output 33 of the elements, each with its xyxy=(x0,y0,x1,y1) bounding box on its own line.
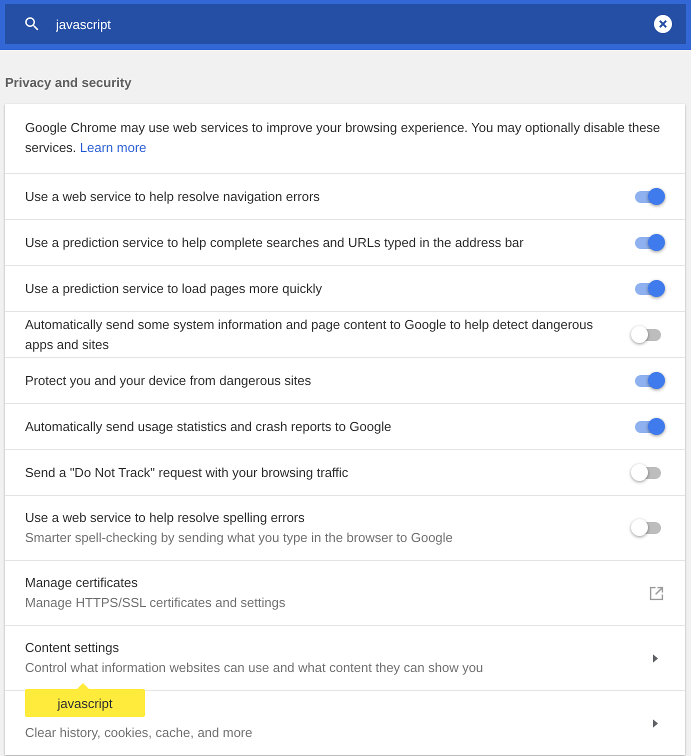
arrow-right-icon[interactable] xyxy=(653,654,658,662)
setting-title: Use a web service to help resolve spelling errors xyxy=(25,509,306,527)
setting-description: Manage HTTPS/SSL certificates and settings xyxy=(25,594,286,612)
toggle-switch[interactable] xyxy=(633,464,663,480)
toggle-switch[interactable] xyxy=(633,280,663,296)
toggle-switch[interactable] xyxy=(633,188,663,204)
setting-title: Protect you and your device from dangerous sites xyxy=(25,372,312,390)
search-bar[interactable]: javascript xyxy=(5,4,686,44)
close-icon[interactable] xyxy=(654,15,672,33)
setting-description: Smarter spell-checking by sending what you type in the browser to Google xyxy=(25,529,454,547)
search-icon xyxy=(23,15,41,33)
external-link-icon[interactable] xyxy=(648,584,665,602)
toggle-switch[interactable] xyxy=(633,372,663,388)
arrow-right-icon[interactable] xyxy=(653,718,658,728)
toggle-switch[interactable] xyxy=(633,418,663,434)
section-heading: Privacy and security xyxy=(4,74,132,92)
setting-title: Use a prediction service to load pages more quickly xyxy=(25,280,323,298)
setting-title: Content settings xyxy=(25,639,120,657)
learn-more-link[interactable]: Learn more xyxy=(80,140,146,155)
tooltip-pointer xyxy=(77,683,89,689)
setting-title: Use a web service to help resolve navigation errors xyxy=(25,188,321,206)
search-match-tooltip: javascript xyxy=(25,689,145,717)
setting-description: Clear history, cookies, cache, and more xyxy=(25,724,254,742)
setting-description: Control what information websites can use and what content they can show you xyxy=(25,659,484,677)
setting-title: Send a "Do Not Track" request with your browsing traffic xyxy=(25,464,350,482)
setting-title: Manage certificates xyxy=(25,574,139,592)
setting-title: Automatically send usage statistics and crash reports to Google xyxy=(25,418,392,436)
toggle-switch[interactable] xyxy=(633,234,663,250)
setting-title: Use a prediction service to help complete searches and URLs typed in the address bar xyxy=(25,234,525,252)
toggle-switch[interactable] xyxy=(633,326,663,342)
setting-title: Automatically send some system information and page content to Google to help detect dangerous apps and sites xyxy=(25,316,594,354)
intro-text: Google Chrome may use web services to improve your browsing experience. You may optionally disable these services. Learn more xyxy=(25,120,660,155)
toggle-switch[interactable] xyxy=(633,520,663,536)
